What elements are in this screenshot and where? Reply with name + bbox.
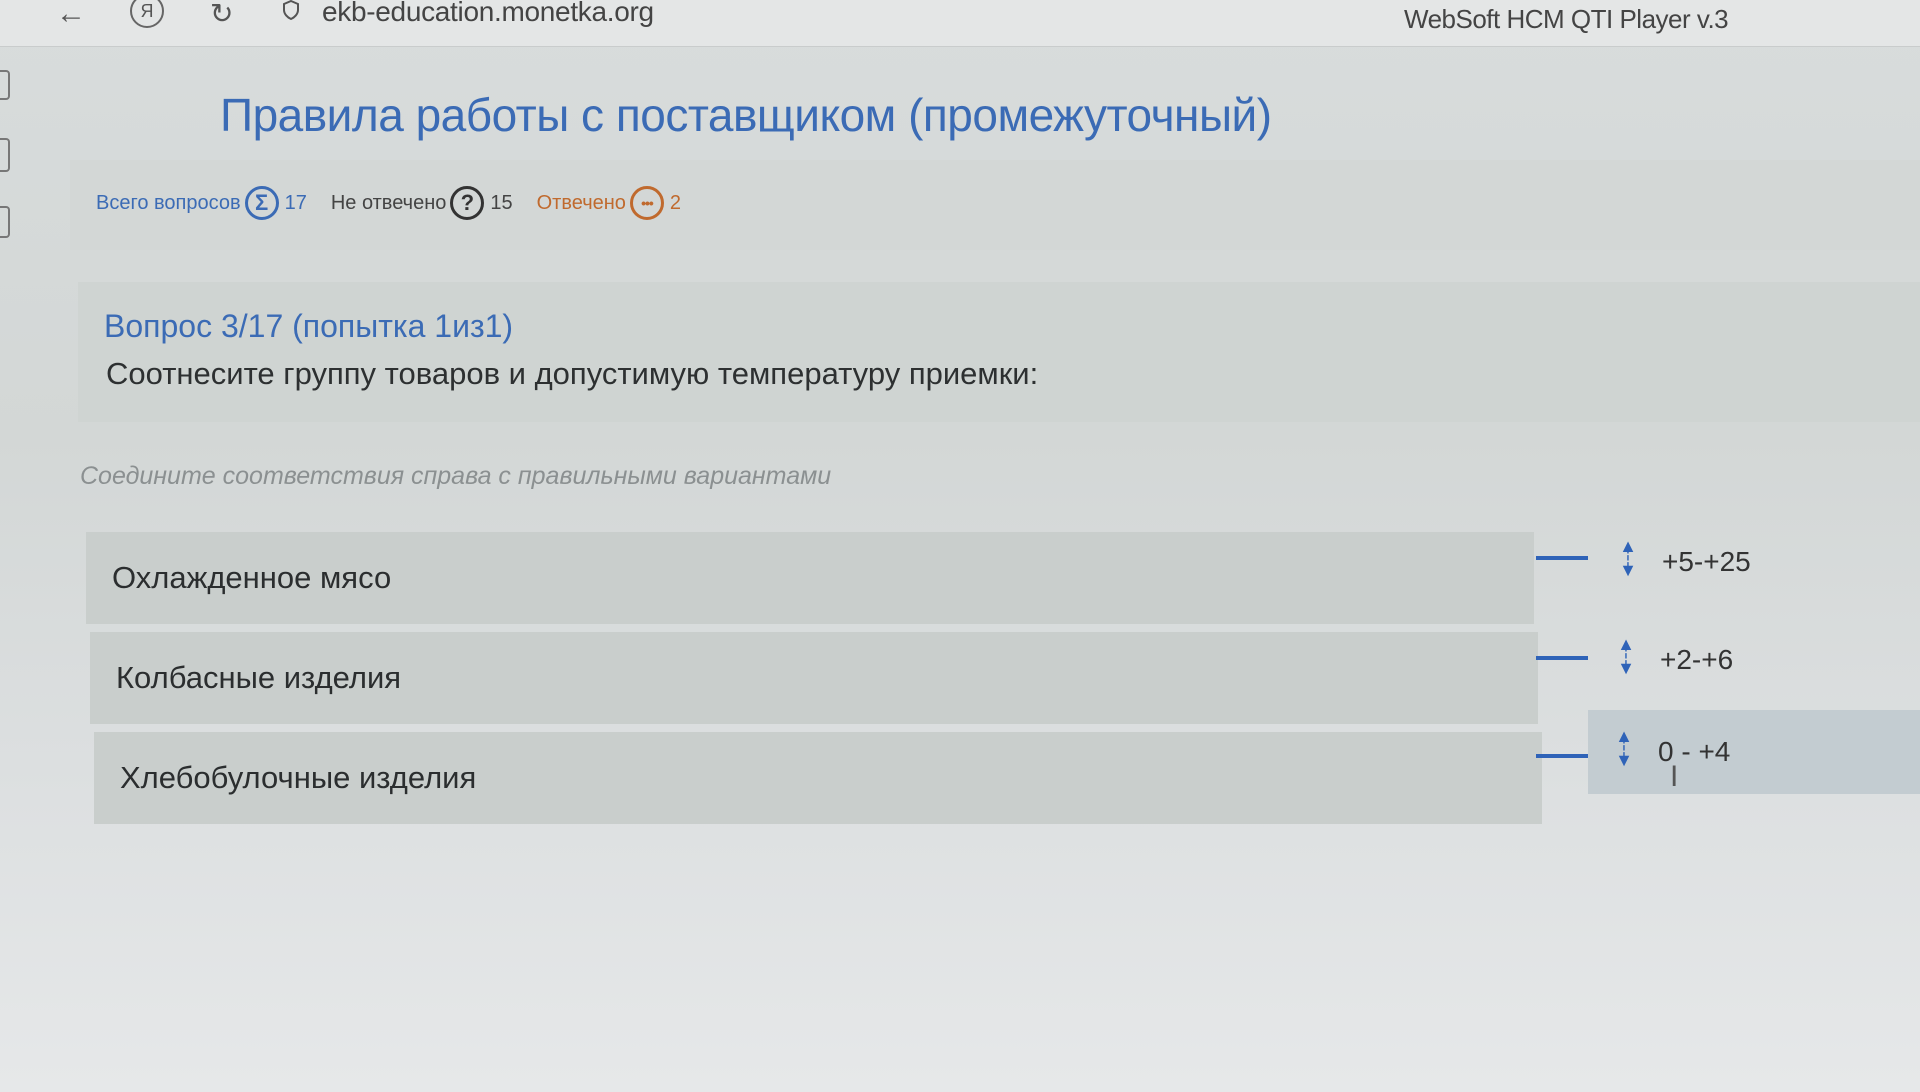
match-right-item-selected[interactable]: ▲ ┆ ▼ 0 - +4: [1588, 710, 1920, 794]
stat-answered-count: 2: [669, 191, 682, 214]
page-title: Правила работы с поставщиком (промежуточ…: [220, 89, 1272, 141]
stat-answered-label: Отвечено: [536, 191, 626, 214]
match-right-item[interactable]: ▲ ┆ ▼ +2-+6: [1596, 618, 1836, 702]
match-left-item: Колбасные изделия: [90, 632, 1538, 724]
match-connector: [1536, 754, 1588, 758]
browser-toolbar: ← Я ↻ ekb-education.monetka.org WebSoft …: [0, 0, 1920, 47]
match-left-label: Охлажденное мясо: [112, 560, 392, 595]
match-connector: [1536, 556, 1588, 560]
drag-handle-icon[interactable]: ▲ ┆ ▼: [1614, 727, 1634, 774]
stat-unanswered-count: 15: [490, 191, 513, 214]
ya-icon[interactable]: Я: [130, 0, 164, 28]
edge-tab-3: [0, 206, 10, 238]
question-number: Вопрос 3/17 (попытка 1из1): [104, 308, 514, 344]
edge-tab-2: [0, 138, 10, 172]
match-left-item: Хлебобулочные изделия: [94, 732, 1542, 824]
match-left-label: Колбасные изделия: [116, 660, 402, 695]
match-left-item: Охлажденное мясо: [86, 532, 1534, 624]
drag-handle-icon[interactable]: ▲ ┆ ▼: [1618, 537, 1638, 584]
stat-unanswered: Не отвечено ? 15: [331, 186, 513, 220]
stat-total: Всего вопросов Σ 17: [96, 186, 307, 220]
sum-icon: Σ: [244, 186, 279, 220]
back-icon[interactable]: ←: [56, 0, 86, 29]
match-right-label: +2-+6: [1660, 644, 1734, 675]
question-text: Соотнесите группу товаров и допустимую т…: [106, 356, 1039, 391]
reload-icon[interactable]: ↻: [210, 0, 233, 28]
edge-tab-1: [0, 70, 10, 100]
stat-answered: Отвечено ••• 2: [537, 186, 681, 220]
player-title: WebSoft HCM QTI Player v.3: [1404, 4, 1729, 34]
question-instruction: Соедините соответствия справа с правильн…: [80, 462, 832, 490]
match-right-label: 0 - +4: [1658, 736, 1731, 767]
address-bar[interactable]: ekb-education.monetka.org: [322, 0, 654, 28]
match-connector: [1536, 656, 1588, 660]
match-left-label: Хлебобулочные изделия: [120, 760, 477, 795]
drag-handle-icon[interactable]: ▲ ┆ ▼: [1616, 635, 1636, 682]
ellipsis-icon: •••: [629, 186, 664, 220]
shield-icon[interactable]: [282, 0, 300, 20]
stat-total-label: Всего вопросов: [96, 191, 241, 214]
match-right-item[interactable]: ▲ ┆ ▼ +5-+25: [1598, 520, 1838, 604]
question-icon: ?: [450, 186, 485, 220]
stat-unanswered-label: Не отвечено: [330, 191, 447, 214]
question-stats: Всего вопросов Σ 17 Не отвечено ? 15 Отв…: [96, 186, 705, 220]
match-right-label: +5-+25: [1662, 546, 1751, 577]
question-block: [78, 282, 1920, 422]
stat-total-count: 17: [284, 191, 307, 214]
text-cursor-icon: I: [1670, 760, 1679, 793]
